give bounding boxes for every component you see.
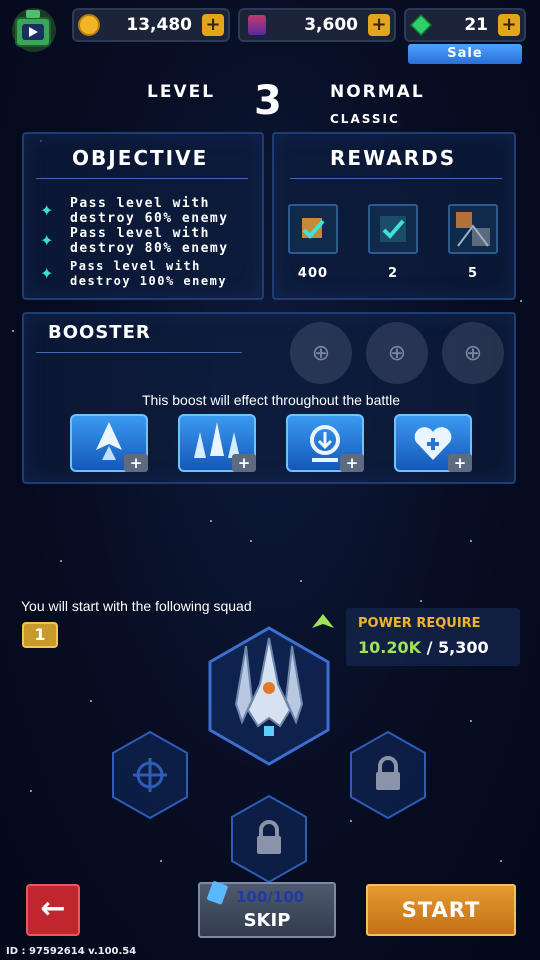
power-values: 10.20K / 5,300	[358, 638, 489, 657]
objective-panel: OBJECTIVE ✦ Pass level with destroy 60% …	[22, 132, 264, 300]
booster-empty-slot[interactable]: ⊕	[442, 322, 504, 384]
booster-title: BOOSTER	[48, 322, 151, 343]
star-bullet-icon: ✦	[40, 264, 54, 283]
booster-empty-slot[interactable]: ⊕	[290, 322, 352, 384]
arrow-left-icon: ←	[40, 891, 66, 926]
booster-empty-slot[interactable]: ⊕	[366, 322, 428, 384]
gem-card-icon	[248, 15, 266, 35]
add-gems-button[interactable]: +	[368, 14, 390, 36]
star-bullet-icon: ✦	[40, 201, 54, 220]
gems-counter: 3,600 +	[238, 8, 396, 42]
back-button[interactable]: ←	[26, 884, 80, 936]
reward-value: 5	[467, 266, 479, 281]
add-coins-button[interactable]: +	[202, 14, 224, 36]
player-id-text: ID : 97592614 v.100.54	[6, 946, 137, 957]
power-label: POWER REQUIRE	[358, 616, 481, 631]
power-required: / 5,300	[426, 638, 489, 657]
energy-card-icon	[207, 881, 228, 905]
add-booster-icon: +	[340, 454, 364, 472]
objective-item: ✦ Pass level with destroy 100% enemy	[40, 259, 227, 289]
objective-item: ✦ Pass level with destroy 80% enemy	[40, 226, 229, 256]
coins-value: 13,480	[126, 15, 192, 35]
skip-energy: 100/100	[236, 888, 305, 906]
difficulty-label: NORMAL	[330, 82, 425, 102]
star-bullet-icon: ✦	[40, 231, 54, 250]
squad-text: You will start with the following squad	[21, 598, 252, 614]
add-booster-icon: +	[124, 454, 148, 472]
reward-value: 400	[297, 266, 329, 281]
rewards-panel: REWARDS 400 2 5	[272, 132, 516, 300]
add-crystals-button[interactable]: +	[498, 14, 520, 36]
objective-divider	[36, 178, 248, 179]
booster-divider	[36, 352, 242, 353]
add-booster-icon: +	[232, 454, 256, 472]
rewards-title: REWARDS	[330, 146, 457, 170]
squad-slot-locked[interactable]	[348, 730, 428, 820]
shield-boost-button[interactable]: +	[286, 414, 364, 472]
rewards-divider	[290, 178, 502, 179]
shop-chest-button[interactable]	[8, 4, 60, 52]
power-panel: POWER REQUIRE 10.20K / 5,300	[346, 608, 520, 666]
squad-slot-empty[interactable]	[110, 730, 190, 820]
power-current: 10.20K	[358, 638, 422, 657]
sale-badge[interactable]: Sale	[408, 44, 522, 64]
chest-icon	[12, 8, 56, 52]
puzzle-piece-icon	[456, 212, 490, 247]
main-ship-slot[interactable]	[206, 626, 332, 766]
speed-boost-button[interactable]: +	[70, 414, 148, 472]
level-label: LEVEL	[147, 82, 216, 102]
skip-button[interactable]: 100/100 SKIP	[198, 881, 336, 938]
start-button[interactable]: START	[366, 884, 516, 936]
level-number: 3	[254, 78, 282, 124]
squad-slot-locked[interactable]	[229, 794, 309, 884]
squad-boost-button[interactable]: +	[178, 414, 256, 472]
booster-panel: BOOSTER ⊕ ⊕ ⊕ This boost will effect thr…	[22, 312, 516, 484]
objective-title: OBJECTIVE	[72, 146, 209, 170]
reward-slot[interactable]	[288, 204, 338, 254]
reward-slot[interactable]	[448, 204, 498, 254]
gems-value: 3,600	[304, 15, 358, 35]
heart-boost-button[interactable]: +	[394, 414, 472, 472]
add-booster-icon: +	[448, 454, 472, 472]
coin-icon	[78, 14, 100, 36]
mode-label: CLASSIC	[330, 112, 400, 126]
squad-count-badge: 1	[22, 622, 58, 648]
checkmark-card-icon	[380, 216, 406, 242]
crystal-icon	[409, 13, 433, 37]
objective-text: Pass level with destroy 80% enemy	[70, 226, 229, 256]
ship-part-icon	[302, 218, 325, 239]
crystals-value: 21	[464, 15, 488, 35]
reward-slot[interactable]	[368, 204, 418, 254]
objective-item: ✦ Pass level with destroy 60% enemy	[40, 196, 229, 226]
coins-counter: 13,480 +	[72, 8, 230, 42]
reward-value: 2	[387, 266, 399, 281]
booster-description: This boost will effect throughout the ba…	[141, 392, 401, 408]
start-label: START	[401, 898, 481, 922]
objective-text: Pass level with destroy 100% enemy	[70, 259, 228, 288]
objective-text: Pass level with destroy 60% enemy	[70, 196, 229, 226]
skip-label: SKIP	[243, 910, 291, 931]
crystals-counter: 21 +	[404, 8, 526, 42]
